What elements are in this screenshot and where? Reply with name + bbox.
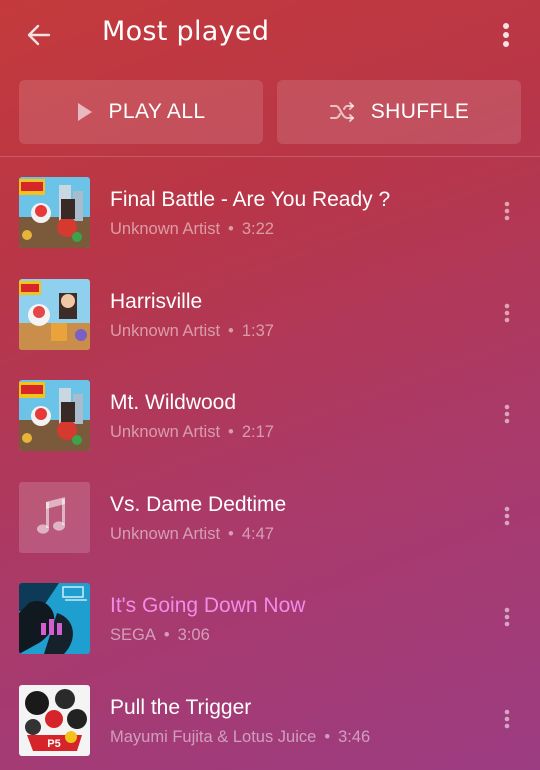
song-meta: Unknown Artist • 2:17 (110, 423, 274, 442)
album-art-yokai (19, 380, 90, 451)
song-more-button[interactable] (500, 198, 514, 224)
album-art-persona5: P5 (19, 684, 90, 756)
playback-actions: PLAY ALL SHUFFLE (0, 80, 540, 144)
song-row[interactable]: Mt. Wildwood Unknown Artist • 2:17 (0, 363, 540, 465)
arrow-left-icon (27, 24, 51, 46)
song-title: Mt. Wildwood (110, 391, 237, 414)
separator-dot: • (324, 727, 331, 746)
song-meta: SEGA • 3:06 (110, 626, 210, 645)
song-meta: Mayumi Fujita & Lotus Juice • 3:46 (110, 728, 370, 747)
song-duration: 1:37 (241, 321, 274, 340)
shuffle-button[interactable]: SHUFFLE (277, 80, 521, 144)
song-duration: 3:46 (338, 727, 371, 746)
album-art-persona3 (19, 583, 90, 654)
song-row[interactable]: Harrisville Unknown Artist • 1:37 (0, 262, 540, 364)
album-art-placeholder (19, 481, 90, 553)
more-vertical-icon (504, 201, 510, 221)
song-row-now-playing[interactable]: It's Going Down Now SEGA • 3:06 (0, 566, 540, 668)
more-vertical-icon (504, 506, 510, 525)
play-all-label: PLAY ALL (108, 100, 206, 123)
song-row[interactable]: Vs. Dame Dedtime Unknown Artist • 4:47 (0, 465, 540, 567)
song-title-playing: It's Going Down Now (110, 594, 306, 617)
separator-dot: • (228, 220, 234, 238)
song-artist: Unknown Artist (110, 423, 221, 441)
song-list: Final Battle - Are You Ready ? Unknown A… (0, 160, 540, 769)
song-duration: 4:47 (241, 524, 274, 543)
song-meta: Unknown Artist • 4:47 (110, 525, 274, 544)
song-more-button[interactable] (500, 706, 514, 732)
song-duration: 2:17 (241, 423, 274, 441)
song-row[interactable]: P5 Pull the Trigger Mayumi Fujita & Lotu… (0, 668, 540, 770)
song-artist: Unknown Artist (110, 321, 221, 340)
song-more-button[interactable] (500, 604, 514, 630)
song-artist: SEGA (110, 626, 156, 644)
separator-dot: • (228, 423, 234, 441)
shuffle-label: SHUFFLE (370, 100, 470, 123)
separator-dot: • (228, 321, 234, 340)
song-title: Final Battle - Are You Ready ? (110, 188, 391, 211)
more-vertical-icon (504, 709, 510, 728)
song-title: Vs. Dame Dedtime (110, 492, 287, 516)
song-artist: Unknown Artist (110, 220, 221, 238)
app-bar: Most played (0, 0, 540, 70)
page-title: Most played (102, 16, 270, 47)
song-more-button[interactable] (500, 401, 514, 427)
overflow-menu-button[interactable] (494, 20, 518, 50)
play-icon (78, 103, 93, 121)
more-vertical-icon (504, 607, 510, 627)
song-meta: Unknown Artist • 3:22 (110, 220, 274, 239)
more-vertical-icon (504, 404, 510, 424)
song-artist: Mayumi Fujita & Lotus Juice (110, 727, 317, 746)
song-meta: Unknown Artist • 1:37 (110, 322, 274, 341)
svg-text:P5: P5 (47, 738, 60, 750)
song-title: Harrisville (110, 289, 203, 313)
separator-dot: • (163, 626, 170, 644)
song-title: Pull the Trigger (110, 695, 252, 719)
more-vertical-icon (503, 23, 509, 47)
shuffle-icon (329, 102, 354, 122)
song-artist: Unknown Artist (110, 524, 221, 543)
song-row[interactable]: Final Battle - Are You Ready ? Unknown A… (0, 160, 540, 262)
album-art-yokai (19, 177, 90, 248)
music-note-icon (37, 496, 65, 534)
song-duration: 3:22 (241, 220, 274, 238)
play-all-button[interactable]: PLAY ALL (19, 80, 263, 144)
separator-dot: • (228, 524, 234, 543)
more-vertical-icon (504, 303, 510, 322)
divider (0, 156, 540, 157)
song-duration: 3:06 (177, 626, 210, 644)
album-art-yokai-2 (19, 278, 90, 350)
back-button[interactable] (22, 18, 56, 52)
song-more-button[interactable] (500, 503, 514, 529)
song-more-button[interactable] (500, 300, 514, 326)
